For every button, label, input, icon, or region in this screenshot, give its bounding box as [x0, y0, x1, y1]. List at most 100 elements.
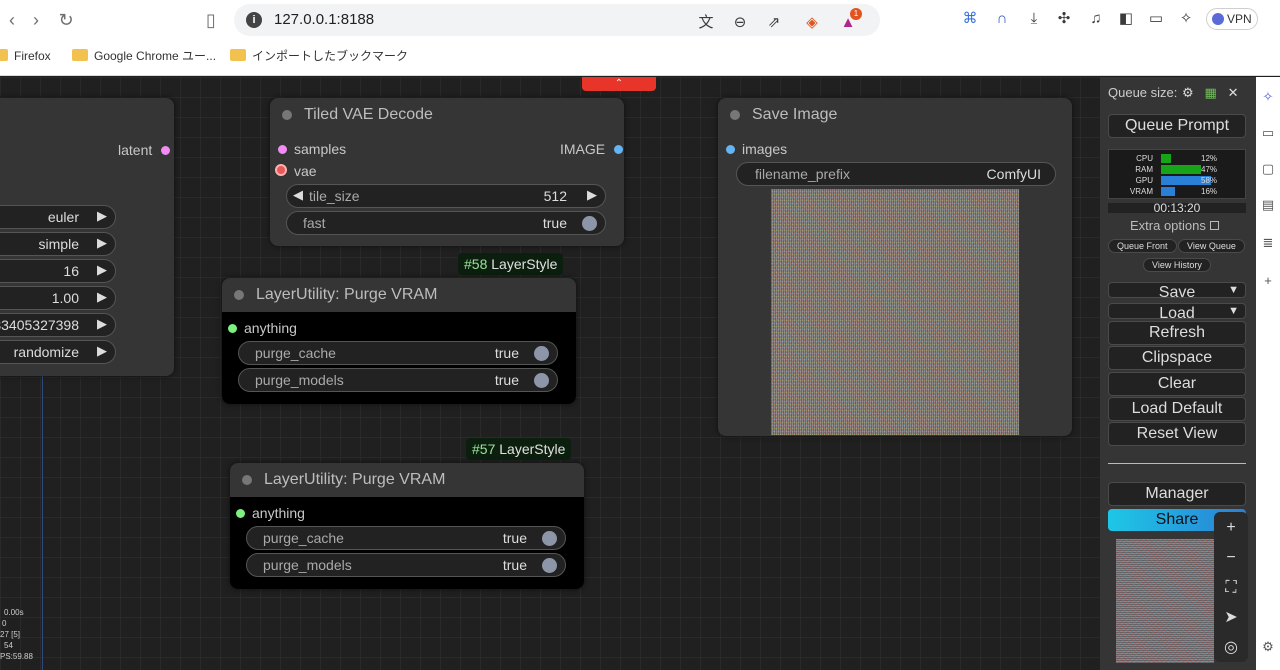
share-icon[interactable]: ⇗ — [764, 13, 784, 33]
reset-view-button[interactable]: Reset View — [1108, 422, 1246, 446]
extensions-icon[interactable]: ✣ — [1054, 9, 1074, 29]
purge-models-toggle[interactable]: purge_models true — [246, 553, 566, 577]
ksampler-node[interactable]: latent euler ▶ simple ▶ 16 ▶ 1.00 ▶ 88083340… — [0, 98, 174, 376]
arrow-right-icon[interactable]: ▶ — [97, 343, 107, 359]
view-history-button[interactable]: View History — [1143, 258, 1211, 272]
vae-input[interactable]: vae — [275, 161, 317, 181]
toggle-knob[interactable] — [534, 373, 549, 388]
collapse-dot[interactable] — [730, 110, 740, 120]
toggle-knob[interactable] — [534, 346, 549, 361]
close-icon[interactable]: ✕ — [1228, 85, 1239, 100]
arrow-right-icon[interactable]: ▶ — [97, 262, 107, 278]
toggle-knob[interactable] — [542, 531, 557, 546]
site-info-icon[interactable]: i — [246, 12, 262, 28]
add-icon[interactable]: + — [1260, 273, 1276, 289]
fit-view-icon[interactable]: ⛶ — [1214, 574, 1248, 602]
ai-sparkle-icon[interactable]: ✧ — [1176, 9, 1196, 29]
load-button[interactable]: Load ▼ — [1108, 303, 1246, 319]
purge-vram-node-57[interactable]: LayerUtility: Purge VRAM anything purge_… — [230, 463, 584, 589]
cfg-widget[interactable]: 1.00 ▶ — [0, 286, 116, 310]
bookmarks-icon[interactable]: ▤ — [1260, 197, 1276, 213]
purge-models-toggle[interactable]: purge_models true — [238, 368, 558, 392]
top-handle[interactable]: ⌃ — [582, 77, 656, 91]
sidebar-icon[interactable]: ◧ — [1116, 9, 1136, 29]
bookmark-firefox[interactable]: Firefox — [0, 47, 51, 65]
arrow-right-icon[interactable]: ▶ — [97, 316, 107, 332]
vpn-button[interactable]: VPN — [1206, 8, 1258, 30]
samples-input[interactable]: samples — [278, 139, 346, 159]
arrow-left-icon[interactable]: ◀ — [293, 187, 303, 203]
manager-button[interactable]: Manager — [1108, 482, 1246, 506]
scheduler-widget[interactable]: simple ▶ — [0, 232, 116, 256]
clear-button[interactable]: Clear — [1108, 372, 1246, 396]
purge-vram-node-58[interactable]: LayerUtility: Purge VRAM anything purge_… — [222, 278, 576, 404]
seed-widget[interactable]: 880833405327398 ▶ — [0, 313, 116, 337]
image-output[interactable]: IMAGE — [560, 139, 624, 159]
anything-input[interactable]: anything — [228, 318, 297, 338]
chevron-down-icon[interactable]: ▼ — [1228, 283, 1239, 297]
purge-cache-toggle[interactable]: purge_cache true — [246, 526, 566, 550]
zoom-out-icon[interactable]: ⊖ — [730, 13, 750, 33]
zoom-out-icon[interactable]: − — [1214, 544, 1248, 572]
checkbox[interactable] — [1209, 221, 1219, 230]
bookmark-chrome[interactable]: Google Chrome ユー... — [72, 47, 216, 65]
queue-prompt-button[interactable]: Queue Prompt — [1108, 114, 1246, 138]
collapse-dot[interactable] — [242, 475, 252, 485]
fast-toggle[interactable]: fast true — [286, 211, 606, 235]
settings-icon[interactable]: ⚙ — [1260, 639, 1276, 655]
bookmark-icon[interactable]: ▯ — [199, 8, 223, 32]
arrow-right-icon[interactable]: ▶ — [97, 289, 107, 305]
zoom-in-icon[interactable]: + — [1214, 514, 1248, 542]
node-title[interactable]: LayerUtility: Purge VRAM — [230, 463, 584, 497]
load-default-button[interactable]: Load Default — [1108, 397, 1246, 421]
bookmark-imported[interactable]: インポートしたブックマーク — [230, 47, 408, 65]
tab-icon[interactable]: ▭ — [1260, 125, 1276, 141]
collapse-dot[interactable] — [282, 110, 292, 120]
node-graph-canvas[interactable]: ⌃ latent euler ▶ simple ▶ 16 ▶ 1.00 ▶ 880833… — [0, 77, 1100, 670]
translate-icon[interactable]: 文 — [696, 13, 716, 33]
reading-list-icon[interactable]: ≣ — [1260, 235, 1276, 251]
save-button[interactable]: Save ▼ — [1108, 282, 1246, 298]
chevron-down-icon[interactable]: ▼ — [1228, 304, 1239, 318]
arrow-right-icon[interactable]: ▶ — [587, 187, 597, 203]
extra-options-toggle[interactable]: Extra options — [1130, 218, 1219, 233]
tiled-vae-decode-node[interactable]: Tiled VAE Decode samples vae IMAGE ◀ til… — [270, 98, 624, 246]
arc-extension-icon[interactable]: ∩ — [992, 9, 1012, 29]
sparkle-icon[interactable]: ✧ — [1260, 89, 1276, 105]
purge-cache-toggle[interactable]: purge_cache true — [238, 341, 558, 365]
steps-widget[interactable]: 16 ▶ — [0, 259, 116, 283]
locate-icon[interactable]: ➤ — [1214, 604, 1248, 632]
refresh-button[interactable]: Refresh — [1108, 321, 1246, 345]
tile-size-widget[interactable]: ◀ tile_size 512 ▶ — [286, 184, 606, 208]
hide-links-icon[interactable]: ◎ — [1214, 634, 1248, 662]
node-title[interactable]: LayerUtility: Purge VRAM — [222, 278, 576, 312]
address-bar[interactable]: i 127.0.0.1:8188 文 ⊖ ⇗ ◈ ▲ 1 — [234, 4, 880, 36]
filename-prefix-field[interactable]: filename_prefix ComfyUI — [736, 162, 1056, 186]
music-icon[interactable]: ♫ — [1086, 9, 1106, 29]
reload-icon[interactable]: ↻ — [54, 8, 78, 32]
control-after-generate-widget[interactable]: randomize ▶ — [0, 340, 116, 364]
latent-output[interactable]: latent — [118, 140, 171, 160]
sampler-widget[interactable]: euler ▶ — [0, 205, 116, 229]
collapse-dot[interactable] — [234, 290, 244, 300]
brave-shield-icon[interactable]: ◈ — [802, 13, 822, 33]
node-title[interactable]: Save Image — [718, 98, 1072, 132]
images-input[interactable]: images — [726, 139, 787, 159]
wallet-icon[interactable]: ▭ — [1146, 9, 1166, 29]
window-icon[interactable]: ▢ — [1260, 161, 1276, 177]
view-queue-button[interactable]: View Queue — [1178, 239, 1245, 253]
gear-icon[interactable]: ⚙ — [1182, 85, 1194, 100]
toggle-knob[interactable] — [582, 216, 597, 231]
back-icon[interactable]: ‹ — [0, 8, 24, 32]
image-icon[interactable]: ▦ — [1205, 85, 1217, 100]
download-icon[interactable]: ⤓ — [1024, 9, 1044, 29]
arrow-right-icon[interactable]: ▶ — [97, 235, 107, 251]
node-title[interactable]: Tiled VAE Decode — [270, 98, 624, 132]
forward-icon[interactable]: › — [24, 8, 48, 32]
clipspace-button[interactable]: Clipspace — [1108, 346, 1246, 370]
arrow-right-icon[interactable]: ▶ — [97, 208, 107, 224]
queue-front-button[interactable]: Queue Front — [1108, 239, 1177, 253]
anything-input[interactable]: anything — [236, 503, 305, 523]
translate-extension-icon[interactable]: ⌘ — [960, 9, 980, 29]
toggle-knob[interactable] — [542, 558, 557, 573]
